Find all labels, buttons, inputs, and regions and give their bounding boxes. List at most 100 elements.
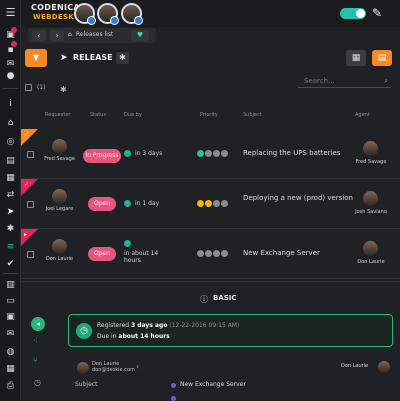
status-badge[interactable]: Open [88,197,116,211]
row-checkbox[interactable] [27,151,34,158]
priority-dot [197,150,204,157]
breadcrumb: ‹ › ⌂ Releases list ♥ [28,28,156,43]
back-button[interactable]: ‹ [32,30,46,41]
subject-value: New Exchange Server [180,381,246,388]
settings-button[interactable]: ✱ [116,52,129,64]
bullet-icon [171,396,176,401]
subject-text[interactable]: New Exchange Server [243,249,353,258]
clock-icon: ◷ [76,323,92,339]
theme-toggle[interactable] [340,8,366,19]
target-icon[interactable]: ◎ [4,136,17,149]
column-header-status[interactable]: Status [90,112,106,118]
sidebar: ☰ ▣ ▪ ✉ ● ⅰ ⌂ ◎ ▤ ▦ ⇄ ➤ ✱ ≡ ✔ ▥ ▭ ▣ ✉ ◍ … [0,0,21,400]
priority-dot [221,200,228,207]
inbox-icon[interactable]: ▣ [4,311,17,324]
notification-badge [11,41,17,47]
section-title: BASIC [213,294,237,302]
priority-dot [197,250,204,257]
priority-indicator [197,150,228,157]
table-row[interactable]: ✓ Joel Legare Open in 1 day Deploying a … [21,179,400,229]
requester-name: Joel Legare [45,206,74,212]
status-badge[interactable]: In Progress [83,149,121,163]
mail-icon[interactable]: ✉ [4,328,17,341]
agent-name: Don Laurie [357,259,385,265]
gear-icon[interactable]: ✱ [60,85,67,94]
divider [21,281,400,282]
avatar[interactable] [121,3,143,25]
avatar[interactable] [97,3,119,25]
notification-badge [11,27,17,33]
brush-icon[interactable]: ✎ [372,6,382,20]
column-header-due[interactable]: Due by [124,112,142,118]
subject-text[interactable]: Deploying a new (prod) version [243,194,353,203]
expand-button[interactable]: ◂ [31,317,45,331]
forward-button[interactable]: › [50,30,64,41]
agent-name: Don Laurie [341,363,369,369]
priority-indicator [197,200,228,207]
info-icon: ⓘ [200,295,208,304]
brand-product: WEBDESK [33,13,74,21]
gear-icon[interactable]: ✱ [4,223,17,236]
clock-icon [124,240,131,247]
branch-icon: ⑂ [33,356,38,365]
breadcrumb-label[interactable]: Releases list [76,31,113,38]
print-icon[interactable]: ⎙ [4,380,17,393]
info-icon[interactable]: ⅰ [4,98,17,111]
priority-dot [213,150,220,157]
select-all-checkbox[interactable] [25,84,32,91]
rocket-icon[interactable]: ➤ [4,206,17,219]
clock-icon [124,150,131,157]
grid-view-button[interactable]: ▦ [346,50,366,66]
search-input[interactable] [304,77,374,85]
registered-label: Registered [97,322,130,329]
subject-text[interactable]: Replacing the UPS batteries [243,149,343,158]
chat-icon[interactable]: ● [4,70,17,83]
column-header-priority[interactable]: Priority [200,112,218,118]
calendar-icon[interactable]: ▦ [4,363,17,376]
due-label: Due in [97,333,117,340]
grid-icon[interactable]: ▦ [4,172,17,185]
column-header-requester[interactable]: Requester [45,112,70,118]
avatar[interactable] [74,3,96,25]
agent-avatar [378,361,390,373]
page-title: RELEASE [73,53,113,62]
globe-icon[interactable]: ◍ [4,346,17,359]
chat-sender: Don Laurie don@deskie.com [92,361,135,373]
priority-dot [213,250,220,257]
row-checkbox[interactable] [27,251,34,258]
chevron-left-icon[interactable]: ‹ [136,362,139,371]
table-row[interactable]: ▸ Don Laurie Open in about 14 hours New … [21,229,400,279]
subject-label: Subject [75,381,98,388]
check-icon[interactable]: ✔ [4,258,17,271]
list-icon[interactable]: ≡ [4,241,17,254]
filter-button[interactable]: ▼ [25,49,47,67]
priority-dot [221,250,228,257]
column-header-subject[interactable]: Subject [243,112,262,118]
brand-name: CODENICA [31,3,80,12]
transfer-icon[interactable]: ⇄ [4,189,17,202]
home-icon[interactable]: ⌂ [68,31,72,38]
registered-info-box: ◷ Registered 3 days ago (12-22-2016 09:1… [68,314,393,347]
list-view-button[interactable]: ▤ [372,50,392,66]
home-icon[interactable]: ⌂ [4,117,17,130]
history-icon: ◷ [34,378,41,387]
priority-dot [205,250,212,257]
divider [3,273,18,274]
rocket-icon: ➤ [60,53,68,63]
book-icon[interactable]: ▤ [4,155,17,168]
clock-icon [124,200,131,207]
column-header-agent[interactable]: Agent [355,112,370,118]
server-icon[interactable]: ▥ [4,279,17,292]
status-badge [134,16,143,25]
table-row[interactable]: ✓ Fred Savage In Progress in 3 days Repl… [21,129,400,179]
avatar [52,139,67,154]
favorite-button[interactable]: ♥ [131,30,149,41]
hamburger-icon[interactable]: ☰ [4,6,17,19]
search-field[interactable]: ⌕ [298,75,391,88]
filter-icon: ▼ [32,53,40,62]
screen-icon[interactable]: ▭ [4,295,17,308]
requester-name: Don Laurie [45,256,74,262]
row-checkbox[interactable] [27,201,34,208]
status-badge [110,16,119,25]
status-badge[interactable]: Open [88,247,116,261]
